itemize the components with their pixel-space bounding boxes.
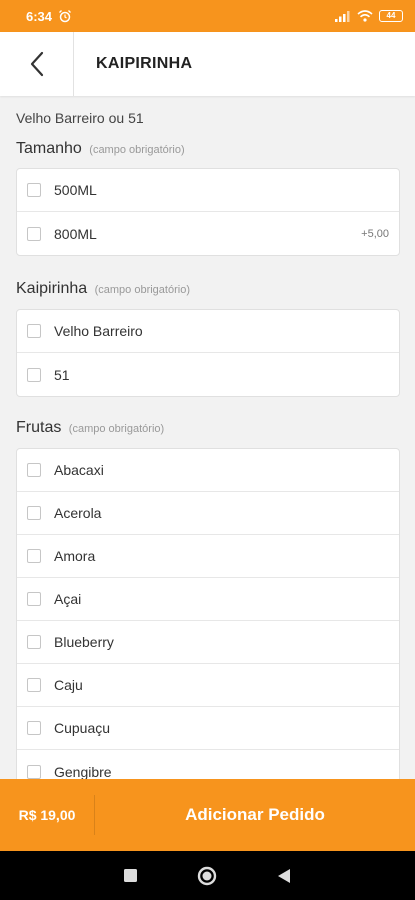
checkbox[interactable] — [27, 463, 41, 477]
required-hint: (campo obrigatório) — [89, 144, 185, 156]
recents-button[interactable] — [124, 869, 137, 882]
group-title-kaipirinha: Kaipirinha (campo obrigatório) — [16, 280, 190, 298]
checkbox[interactable] — [27, 721, 41, 735]
battery-icon: 44 — [379, 10, 403, 22]
status-time: 6:34 — [26, 8, 53, 24]
required-hint: (campo obrigatório) — [94, 284, 190, 296]
order-bar: R$ 19,00 Adicionar Pedido — [0, 779, 415, 851]
option-amora[interactable]: Amora — [17, 535, 399, 578]
option-price: +5,00 — [361, 227, 389, 240]
group-title-tamanho: Tamanho (campo obrigatório) — [16, 140, 185, 158]
triangle-back-icon — [278, 868, 290, 883]
wifi-icon — [357, 10, 373, 22]
square-icon — [124, 869, 137, 882]
option-acai[interactable]: Açai — [17, 578, 399, 621]
option-acerola[interactable]: Acerola — [17, 492, 399, 535]
circle-icon — [197, 866, 217, 885]
add-order-button[interactable]: Adicionar Pedido — [95, 779, 415, 851]
required-hint: (campo obrigatório) — [68, 423, 165, 435]
group-title-text: Kaipirinha — [16, 280, 88, 297]
checkbox[interactable] — [27, 764, 41, 779]
product-description: Velho Barreiro ou 51 — [16, 110, 144, 126]
option-label: Açai — [54, 591, 82, 607]
group-title-frutas: Frutas (campo obrigatório) — [16, 419, 164, 437]
options-content[interactable]: Velho Barreiro ou 51 Tamanho (campo obri… — [0, 96, 415, 779]
option-label: 51 — [54, 366, 70, 383]
option-label: Gengibre — [54, 763, 112, 780]
order-total: R$ 19,00 — [18, 807, 76, 823]
option-51[interactable]: 51 — [17, 353, 399, 396]
checkbox[interactable] — [27, 183, 41, 197]
option-500ml[interactable]: 500ML — [17, 169, 399, 212]
option-label: Cupuaçu — [54, 720, 111, 736]
status-bar: 6:34 44 — [0, 0, 415, 32]
option-label: 800ML — [54, 225, 97, 242]
option-label: Acerola — [54, 505, 102, 521]
option-label: Velho Barreiro — [54, 323, 143, 339]
checkbox[interactable] — [27, 678, 41, 692]
option-caju[interactable]: Caju — [17, 664, 399, 707]
checkbox[interactable] — [27, 549, 41, 563]
home-button[interactable] — [197, 866, 217, 886]
option-label: Blueberry — [54, 634, 114, 650]
option-cupuacu[interactable]: Cupuaçu — [17, 707, 399, 750]
option-list-frutas: Abacaxi Acerola Amora Açai Blueberry Caj… — [16, 448, 400, 779]
option-label: Amora — [54, 548, 96, 564]
option-gengibre[interactable]: Gengibre — [17, 750, 399, 779]
option-abacaxi[interactable]: Abacaxi — [17, 449, 399, 492]
option-label: Abacaxi — [54, 462, 104, 478]
option-list-kaipirinha: Velho Barreiro 51 — [16, 309, 400, 397]
option-label: Caju — [54, 677, 83, 693]
group-title-text: Frutas — [16, 419, 62, 436]
system-nav-bar — [0, 851, 415, 900]
page-title: KAIPIRINHA — [96, 55, 193, 72]
signal-icon — [335, 11, 350, 22]
group-title-text: Tamanho — [16, 140, 82, 157]
status-icons: 44 — [335, 10, 403, 22]
option-label: 500ML — [54, 182, 97, 198]
alarm-icon — [59, 10, 71, 23]
option-velho-barreiro[interactable]: Velho Barreiro — [17, 310, 399, 353]
checkbox[interactable] — [27, 367, 41, 382]
back-nav-button[interactable] — [277, 868, 291, 884]
back-button[interactable] — [0, 32, 74, 96]
option-list-tamanho: 500ML 800ML +5,00 — [16, 168, 400, 256]
checkbox[interactable] — [27, 226, 41, 241]
checkbox[interactable] — [27, 506, 41, 520]
app-header: KAIPIRINHA — [0, 32, 415, 96]
chevron-left-icon — [30, 51, 43, 77]
checkbox[interactable] — [27, 592, 41, 606]
option-800ml[interactable]: 800ML +5,00 — [17, 212, 399, 255]
checkbox[interactable] — [27, 324, 41, 338]
checkbox[interactable] — [27, 635, 41, 649]
option-blueberry[interactable]: Blueberry — [17, 621, 399, 664]
